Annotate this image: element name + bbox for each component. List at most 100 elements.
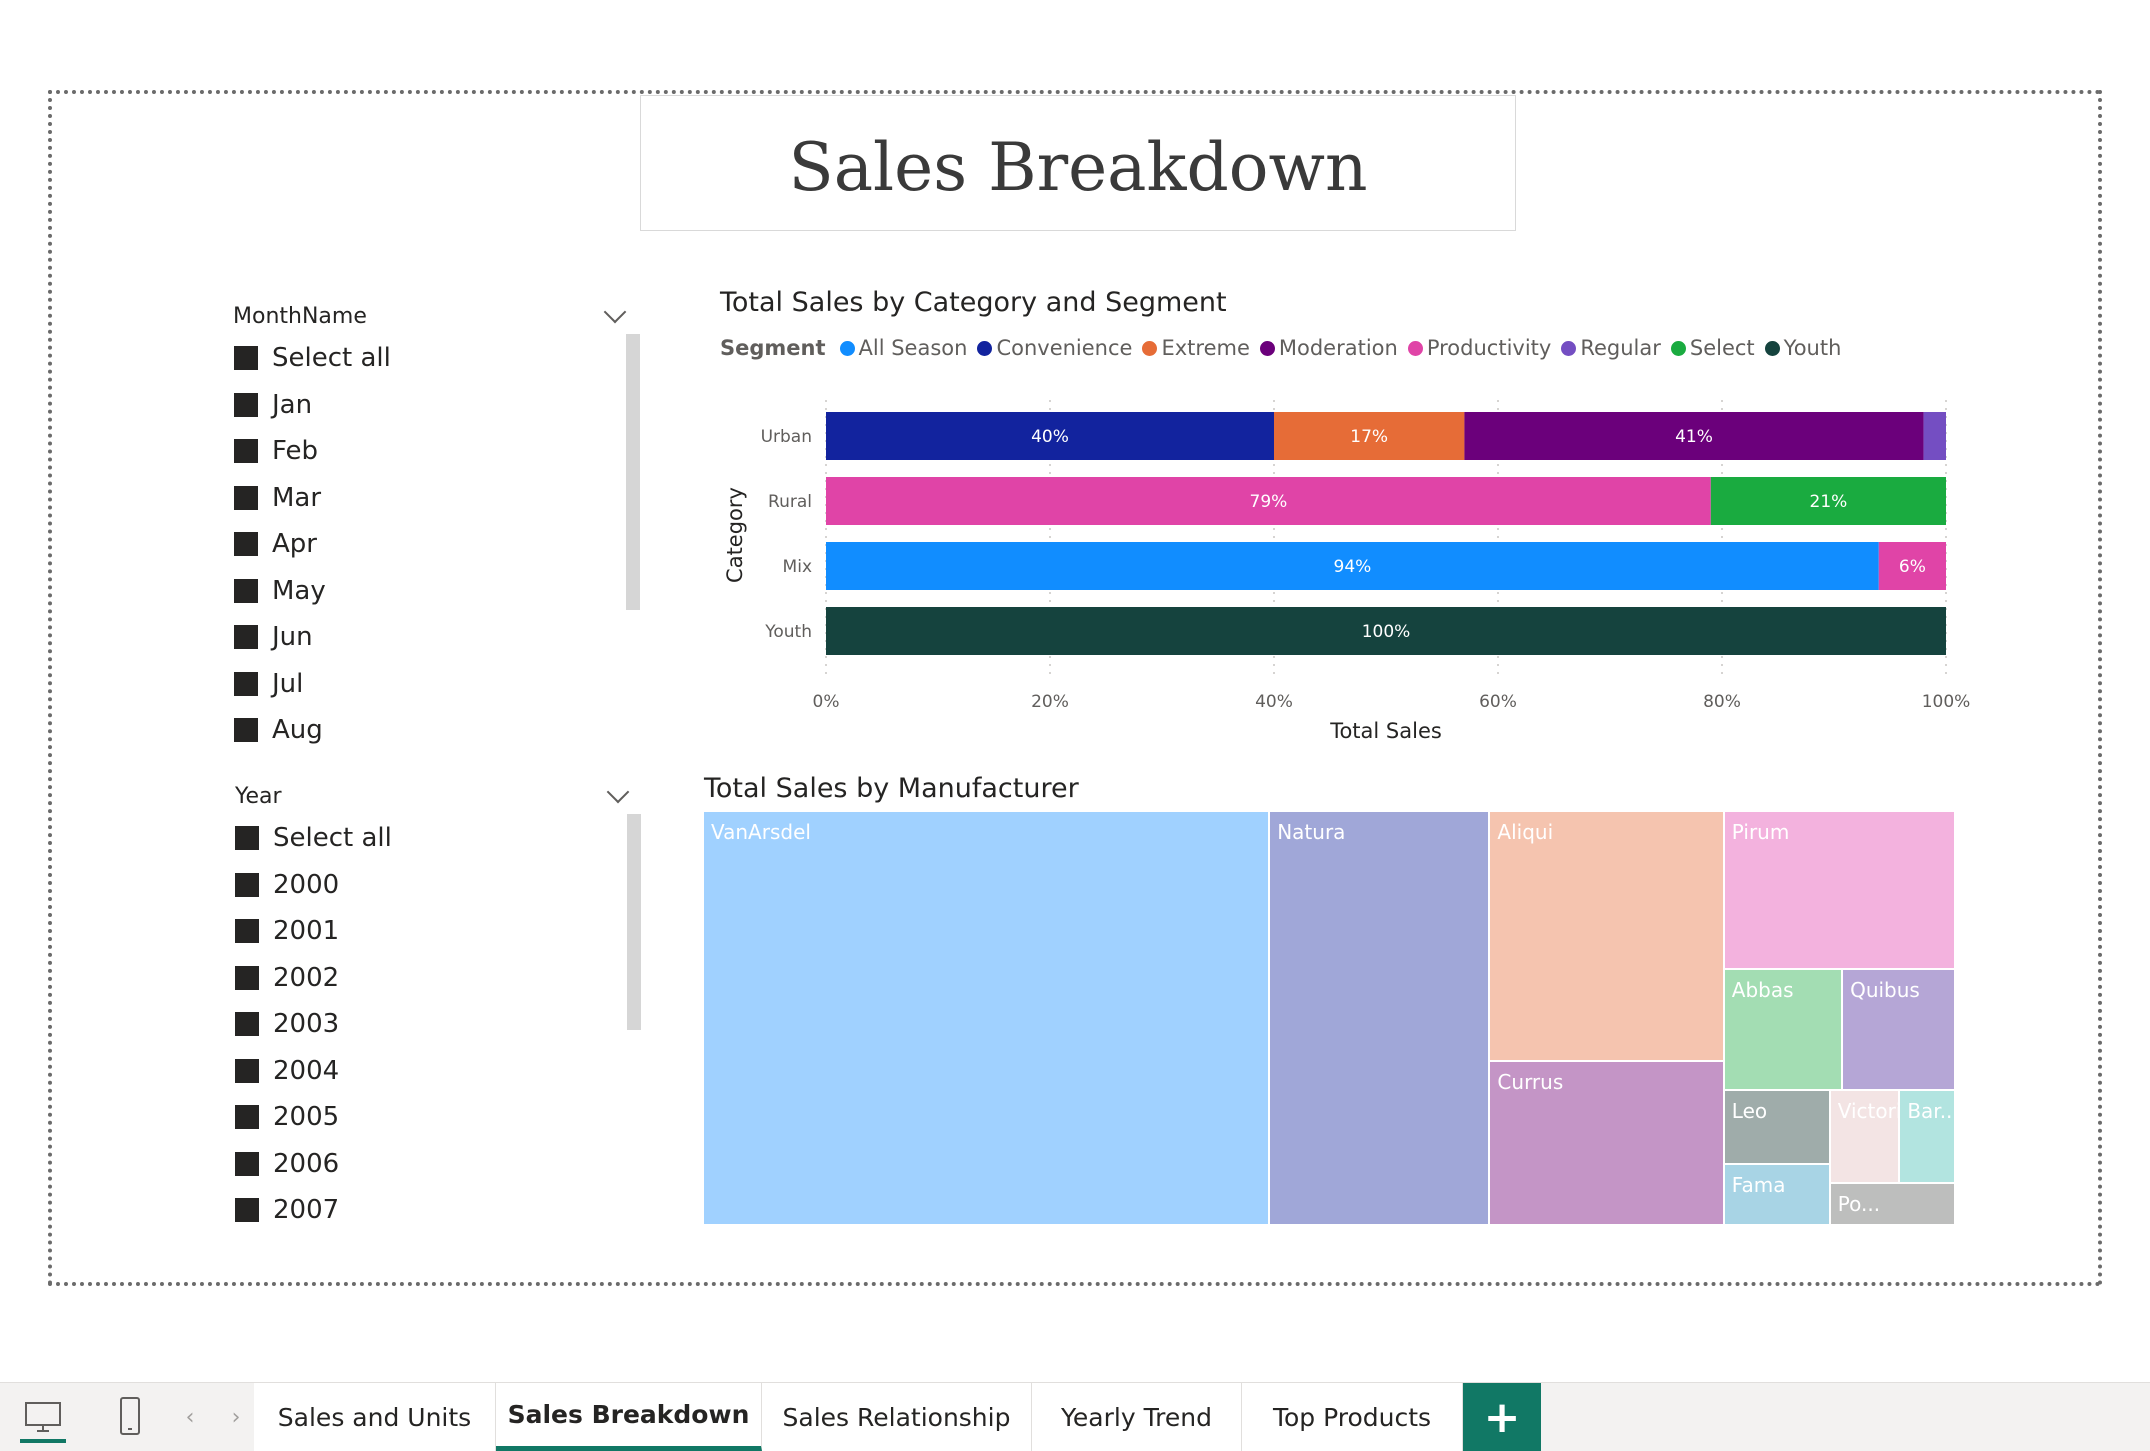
legend-label: Regular [1580,336,1661,360]
page-tab[interactable]: Sales Relationship [762,1383,1032,1451]
checkbox[interactable] [235,1151,259,1176]
year-slicer-item[interactable]: 2006 [235,1144,339,1184]
legend-marker [1764,340,1780,356]
data-label: 41% [1675,427,1713,447]
treemap-tile[interactable]: Victoria [1830,1090,1899,1183]
x-tick-label: 20% [1031,692,1069,712]
treemap-tile-label: VanArsdel [711,820,811,844]
checkbox[interactable] [234,392,258,417]
stacked-bar-chart[interactable]: 0% 20% 40% 60% 80% 100% Total Sales Category Urb… [700,380,2000,760]
checkbox[interactable] [234,718,258,742]
year-slicer-item-label: 2000 [273,869,340,900]
data-label: 21% [1810,492,1848,512]
legend-item[interactable]: Regular [1561,336,1661,360]
checkbox[interactable] [235,872,259,897]
checkbox[interactable] [235,826,259,850]
year-slicer-scrollbar[interactable] [627,814,641,1030]
category-label: Mix [783,557,812,577]
checkbox[interactable] [234,439,258,463]
title-textbox[interactable]: Sales Breakdown [640,95,1516,231]
page-tab[interactable]: Top Products [1242,1383,1463,1451]
month-slicer-item[interactable]: Jun [234,617,313,657]
data-label: 94% [1334,557,1372,577]
year-slicer-item-label: 2007 [273,1195,340,1225]
year-slicer-item[interactable]: 2003 [235,1004,339,1044]
checkbox[interactable] [235,919,259,943]
treemap-tile[interactable]: Pirum [1724,812,1954,968]
checkbox[interactable] [234,485,258,510]
chevron-left-icon[interactable]: ‹ [178,1383,202,1451]
month-slicer-item[interactable]: Jan [234,385,312,425]
chevron-right-icon[interactable]: › [224,1383,248,1451]
year-slicer-item-label: 2002 [273,962,340,993]
active-view-indicator [20,1439,66,1443]
month-slicer-item[interactable]: Mar [234,478,321,518]
treemap-tile[interactable]: Bar... [1900,1090,1954,1183]
checkbox[interactable] [234,625,258,649]
checkbox[interactable] [234,578,258,603]
month-slicer-item-label: Apr [272,529,317,559]
legend-title: Segment [720,336,826,360]
year-slicer-item[interactable]: 2002 [235,958,339,998]
treemap-tile[interactable]: Fama [1724,1164,1829,1224]
checkbox[interactable] [234,346,258,370]
year-slicer-item[interactable]: Select all [235,818,392,858]
year-slicer-item[interactable]: 2000 [235,865,339,905]
legend-item[interactable]: Select [1670,336,1755,360]
legend-item[interactable]: All Season [839,336,967,360]
month-slicer-item[interactable]: Select all [234,338,391,378]
treemap-tile[interactable]: Natura [1270,812,1489,1224]
page-tab[interactable]: Sales Breakdown [496,1383,762,1451]
treemap-tile[interactable]: Aliqui [1490,812,1723,1061]
treemap-tile[interactable]: Leo [1724,1090,1829,1163]
checkbox[interactable] [235,965,259,990]
manufacturer-treemap[interactable]: VanArsdel Natura Aliqui Currus Pirum Abbas Qui… [704,812,1956,1226]
year-slicer-item-label: 2006 [273,1148,340,1179]
year-slicer-item[interactable]: 2007 [235,1190,339,1230]
legend-item[interactable]: Youth [1764,336,1841,360]
treemap-tile[interactable]: VanArsdel [704,812,1269,1224]
treemap-tile[interactable]: Quibus [1843,969,1954,1089]
checkbox[interactable] [235,1058,259,1083]
year-slicer-item[interactable]: 2004 [235,1051,339,1091]
month-slicer-item[interactable]: Apr [234,524,317,564]
month-slicer-item-label: Mar [272,482,322,513]
mobile-view-icon[interactable] [110,1383,150,1451]
legend-marker [1259,340,1275,356]
month-slicer-item[interactable]: Aug [234,710,323,750]
month-slicer-item-label: Select all [272,343,391,373]
legend-marker [1142,340,1158,356]
checkbox[interactable] [234,532,258,556]
month-slicer-scrollbar[interactable] [626,334,640,610]
month-slicer-item[interactable]: Feb [234,431,318,471]
treemap-tile[interactable]: Abbas [1724,969,1842,1089]
page-tab[interactable]: Yearly Trend [1032,1383,1242,1451]
bar-segment[interactable] [1923,412,1946,460]
page-tab[interactable]: Sales and Units [254,1383,496,1451]
checkbox[interactable] [234,671,258,696]
month-slicer-item[interactable]: May [234,571,326,611]
year-slicer-item[interactable]: 2001 [235,911,339,951]
y-axis-title: Category [723,487,747,583]
treemap-tile-label: Quibus [1850,977,1920,1002]
add-page-button[interactable]: + [1463,1383,1541,1451]
year-slicer-item[interactable]: 2005 [235,1097,339,1137]
treemap-tile-label: Bar... [1907,1098,1954,1123]
bar-chart-legend: Segment All Season Convenience Extreme Mode… [720,336,1851,360]
treemap-tile-label: Leo [1731,1098,1768,1123]
legend-item[interactable]: Extreme [1142,336,1250,360]
checkbox[interactable] [235,1198,259,1222]
month-slicer-item-label: May [272,575,326,606]
legend-item[interactable]: Convenience [977,336,1132,360]
checkbox[interactable] [235,1012,259,1036]
treemap-tile-label: Currus [1497,1070,1564,1095]
year-slicer-item-label: 2005 [273,1102,340,1132]
treemap-tile[interactable]: Currus [1490,1062,1723,1224]
legend-item[interactable]: Productivity [1407,336,1551,360]
month-slicer-item-label: Jul [272,668,304,699]
checkbox[interactable] [235,1105,259,1129]
treemap-tile[interactable]: Po... [1830,1184,1954,1224]
data-label: 79% [1250,492,1288,512]
legend-item[interactable]: Moderation [1259,336,1398,360]
month-slicer-item[interactable]: Jul [234,664,303,704]
